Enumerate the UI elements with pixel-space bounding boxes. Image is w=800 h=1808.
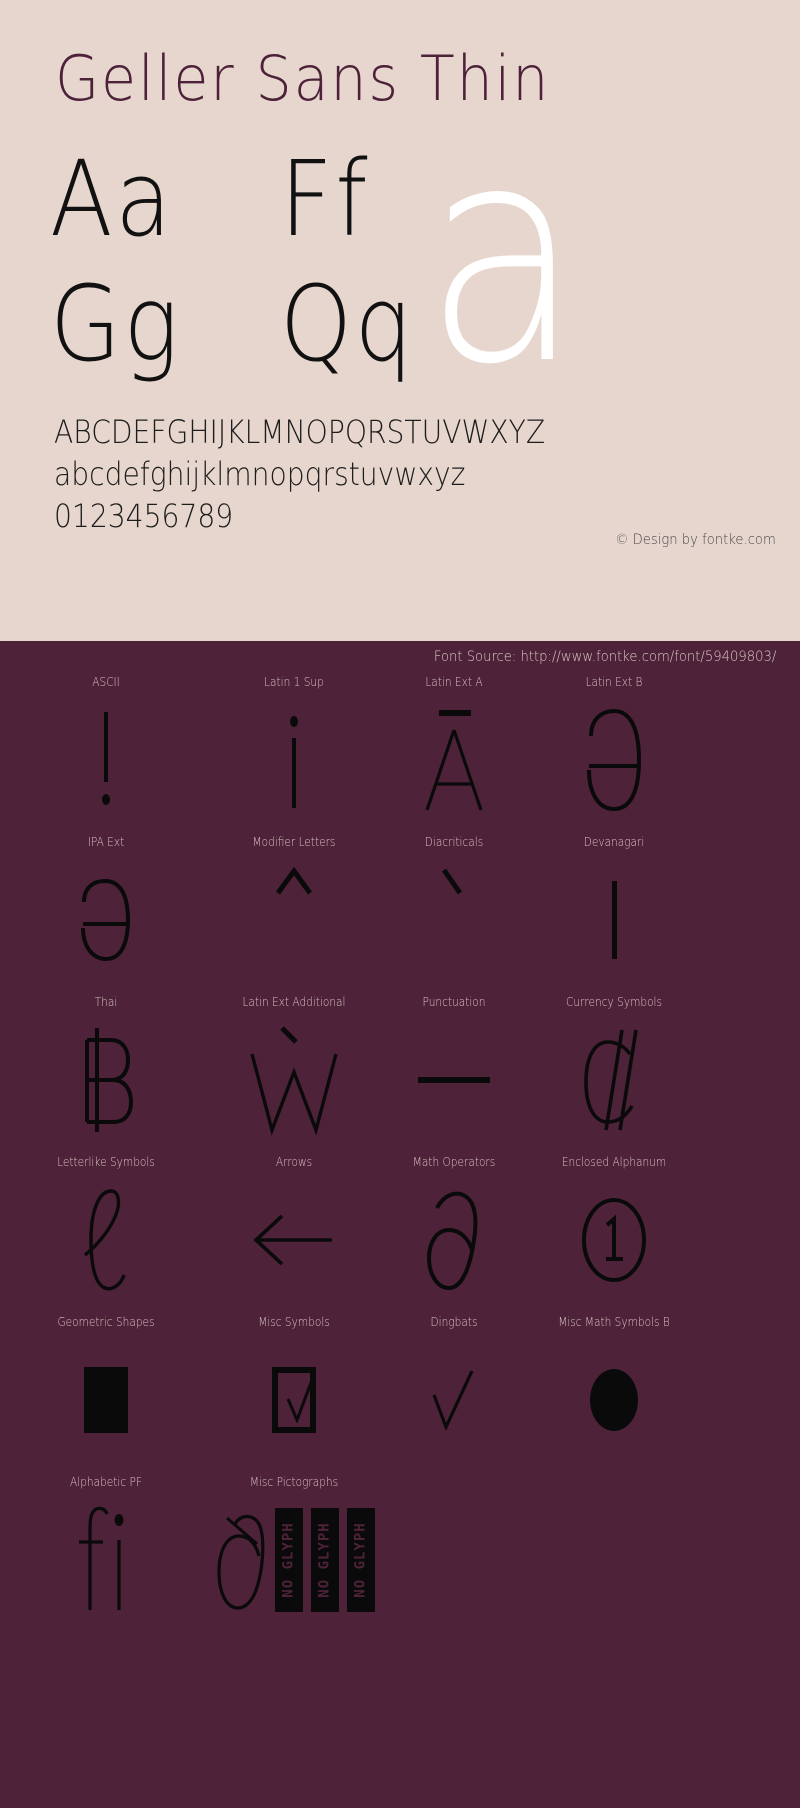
no-glyph-box: NO GLYPH bbox=[275, 1508, 303, 1612]
schwa-glyph bbox=[6, 854, 206, 986]
block-cell-thai[interactable]: Thai bbox=[6, 994, 206, 1154]
block-cell-latin-ext-b[interactable]: Latin Ext B bbox=[514, 674, 714, 834]
block-label: Thai bbox=[94, 995, 118, 1009]
block-label: Geometric Shapes bbox=[57, 1315, 155, 1329]
block-cell-currency-symbols[interactable]: Currency Symbols bbox=[514, 994, 714, 1154]
font-source-link[interactable]: Font Source: http://www.fontke.com/font/… bbox=[434, 648, 776, 666]
block-cell-letterlike-symbols[interactable]: Letterlike Symbols bbox=[6, 1154, 206, 1314]
block-row: Thai Latin Ext Additional Punctuation Cu… bbox=[0, 994, 800, 1154]
letter-pair-qq: Qq bbox=[280, 263, 416, 385]
block-cell-devanagari[interactable]: Devanagari bbox=[514, 834, 714, 994]
block-cell-alphabetic-pf[interactable]: Alphabetic PF bbox=[6, 1474, 206, 1634]
block-label: Enclosed Alphanum bbox=[561, 1155, 667, 1169]
font-source-bar: Font Source: http://www.fontke.com/font/… bbox=[0, 641, 800, 674]
block-label: Devanagari bbox=[583, 835, 645, 849]
charset-lines: ABCDEFGHIJKLMNOPQRSTUVWXYZ abcdefghijklm… bbox=[54, 414, 754, 540]
block-label: Alphabetic PF bbox=[70, 1475, 142, 1489]
block-label: Letterlike Symbols bbox=[57, 1155, 155, 1169]
no-glyph-box: NO GLYPH bbox=[311, 1508, 339, 1612]
block-row: Alphabetic PF Misc Pictographs NO GLYPH … bbox=[0, 1474, 800, 1634]
no-glyph-label: NO GLYPH bbox=[353, 1522, 369, 1598]
no-glyph-label: NO GLYPH bbox=[281, 1522, 297, 1598]
uppercase-alphabet: ABCDEFGHIJKLMNOPQRSTUVWXYZ bbox=[54, 413, 546, 451]
lowercase-alphabet: abcdefghijklmnopqrstuvwxyz bbox=[54, 455, 466, 493]
block-row: Geometric Shapes Misc Symbols Dingbats M… bbox=[0, 1314, 800, 1474]
block-cell-misc-math-symbols-b[interactable]: Misc Math Symbols B bbox=[514, 1314, 714, 1474]
no-glyph-label: NO GLYPH bbox=[317, 1522, 333, 1598]
block-cell-ipa-ext[interactable]: IPA Ext bbox=[6, 834, 206, 994]
copyright-notice: © Design by fontke.com bbox=[615, 532, 776, 548]
filled-square-glyph bbox=[6, 1334, 206, 1466]
block-label: Misc Pictographs bbox=[249, 1475, 339, 1489]
colon-currency-glyph bbox=[514, 1014, 714, 1146]
filled-circle-glyph bbox=[514, 1334, 714, 1466]
block-label: ASCII bbox=[92, 675, 120, 689]
danda-glyph bbox=[514, 854, 714, 986]
letter-pair-ff: Ff bbox=[280, 138, 371, 260]
script-l-glyph bbox=[6, 1174, 206, 1306]
block-cell-ascii[interactable]: ASCII bbox=[6, 674, 206, 834]
block-label: IPA Ext bbox=[87, 835, 125, 849]
no-glyph-box: NO GLYPH bbox=[347, 1508, 375, 1612]
no-glyph-boxes: NO GLYPH NO GLYPH NO GLYPH bbox=[194, 1494, 394, 1626]
block-row: Letterlike Symbols Arrows Math Operators… bbox=[0, 1154, 800, 1314]
exclamation-glyph bbox=[6, 694, 206, 826]
block-label: Currency Symbols bbox=[566, 995, 662, 1009]
block-row: ASCII Latin 1 Sup Latin Ext A Latin Ext … bbox=[0, 674, 800, 834]
letter-pair-aa: Aa bbox=[50, 138, 174, 260]
hero-glyph-a: a bbox=[424, 122, 583, 390]
block-cell-enclosed-alphanum[interactable]: Enclosed Alphanum bbox=[514, 1154, 714, 1314]
schwa-capital-glyph bbox=[514, 694, 714, 826]
block-label: Latin Ext B bbox=[585, 675, 643, 689]
letter-pair-grid: Aa Ff Gg Qq bbox=[50, 140, 470, 385]
block-row: IPA Ext Modifier Letters Diacriticals De… bbox=[0, 834, 800, 994]
digit-sequence: 0123456789 bbox=[54, 497, 234, 535]
specimen-panel: Geller Sans Thin Aa Ff Gg Qq a ABCDEFGHI… bbox=[0, 0, 800, 641]
font-specimen-page: Geller Sans Thin Aa Ff Gg Qq a ABCDEFGHI… bbox=[0, 0, 800, 1808]
circled-one-glyph bbox=[514, 1174, 714, 1306]
baht-glyph bbox=[6, 1014, 206, 1146]
block-cell-misc-pictographs[interactable]: Misc Pictographs NO GLYPH NO GLYPH NO GL… bbox=[194, 1474, 394, 1634]
unicode-block-grid: ASCII Latin 1 Sup Latin Ext A Latin Ext … bbox=[0, 674, 800, 1808]
block-label: Misc Math Symbols B bbox=[558, 1315, 670, 1329]
page-title: Geller Sans Thin bbox=[55, 42, 551, 115]
block-cell-geometric-shapes[interactable]: Geometric Shapes bbox=[6, 1314, 206, 1474]
fi-ligature-glyph bbox=[6, 1494, 206, 1626]
letter-pair-gg: Gg bbox=[50, 263, 182, 385]
